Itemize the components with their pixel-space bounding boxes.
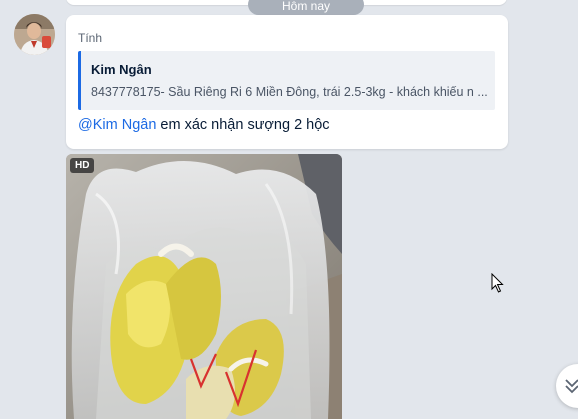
scroll-to-bottom-button[interactable]: [556, 364, 578, 408]
message-bubble[interactable]: Tính Kim Ngân 8437778175- Sầu Riêng Ri 6…: [66, 15, 508, 149]
quoted-message-text: 8437778175- Sầu Riêng Ri 6 Miền Đông, tr…: [91, 85, 489, 99]
message-text: @Kim Ngân em xác nhận sượng 2 hộc: [78, 117, 330, 133]
quoted-sender-name: Kim Ngân: [91, 62, 152, 77]
sender-avatar[interactable]: [14, 14, 55, 55]
mention-link[interactable]: @Kim Ngân: [78, 117, 156, 133]
message-body: em xác nhận sượng 2 hộc: [156, 117, 330, 133]
chevron-double-down-icon: [565, 379, 578, 394]
date-separator: Hôm nay: [248, 0, 364, 15]
avatar-image: [14, 14, 55, 55]
mouse-pointer-icon: [491, 273, 504, 293]
quoted-text-content: 8437778175- Sầu Riêng Ri 6 Miền Đông, tr…: [91, 85, 488, 99]
durian-photo: [66, 154, 342, 419]
image-attachment[interactable]: HD: [66, 154, 342, 419]
sender-name: Tính: [78, 31, 103, 45]
quoted-message[interactable]: Kim Ngân 8437778175- Sầu Riêng Ri 6 Miền…: [78, 51, 495, 110]
hd-badge: HD: [70, 158, 95, 173]
